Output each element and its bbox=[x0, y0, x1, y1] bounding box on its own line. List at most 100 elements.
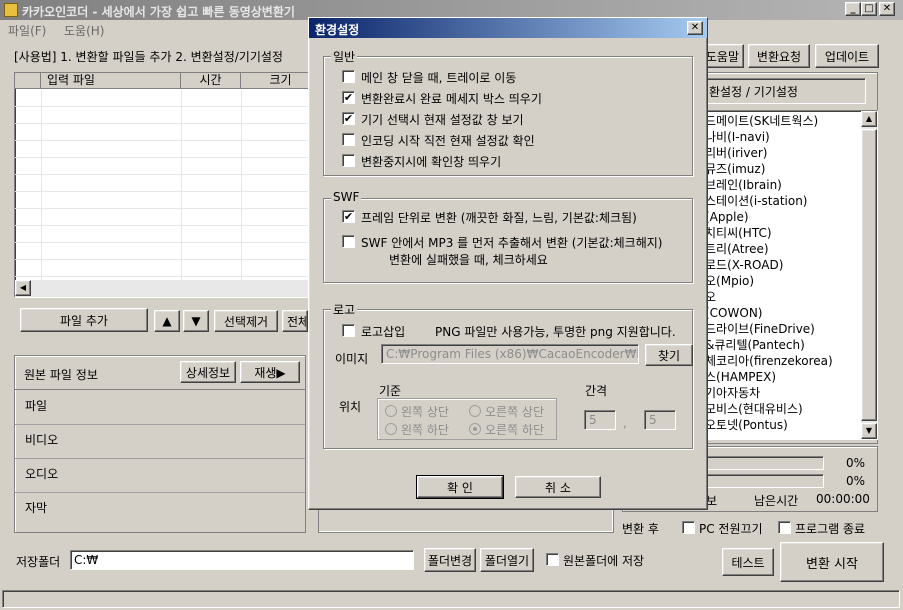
play-button[interactable]: 재생▶ bbox=[240, 361, 300, 383]
usage-text: [사용법] 1. 변환할 파일들 추가 2. 변환설정/기기설정 bbox=[14, 50, 283, 64]
general-option-checkbox[interactable] bbox=[342, 133, 355, 146]
pc-off-checkbox[interactable] bbox=[682, 521, 695, 534]
device-list[interactable]: 드메이트(SK네트웍스) 나비(I-navi) 리버(iriver) 뮤즈(imuz)… bbox=[700, 110, 878, 440]
swf-group-label: SWF bbox=[331, 190, 362, 204]
general-option-checkbox[interactable]: ✔ bbox=[342, 91, 355, 104]
close-button[interactable]: ✕ bbox=[879, 2, 895, 16]
exit-program-checkbox[interactable] bbox=[778, 521, 791, 534]
device-item[interactable]: 오(Mpio) bbox=[705, 273, 754, 289]
maximize-button[interactable]: □ bbox=[861, 2, 877, 16]
device-item[interactable]: 뮤즈(imuz) bbox=[705, 161, 765, 177]
scroll-down-icon[interactable]: ▼ bbox=[861, 423, 877, 439]
radio-top-left-label: 왼쪽 상단 bbox=[401, 405, 449, 419]
dialog-title: 환경설정 bbox=[315, 23, 360, 37]
device-settings-header[interactable]: 환설정 / 기기설정 bbox=[700, 78, 866, 104]
update-button[interactable]: 업데이트 bbox=[815, 44, 879, 68]
same-folder-checkbox[interactable] bbox=[546, 553, 559, 566]
general-option-checkbox[interactable] bbox=[342, 70, 355, 83]
logo-insert-checkbox[interactable] bbox=[342, 324, 355, 337]
vertical-scrollbar[interactable]: ▲ ▼ bbox=[861, 111, 877, 439]
horizontal-scrollbar[interactable]: ◀ bbox=[15, 280, 309, 297]
radio-bottom-left[interactable] bbox=[385, 423, 397, 435]
minimize-button[interactable]: _ bbox=[845, 2, 861, 16]
same-folder-label: 원본폴더에 저장 bbox=[563, 554, 645, 568]
change-folder-button[interactable]: 폴더변경 bbox=[424, 548, 476, 572]
device-item[interactable]: 기아자동차 bbox=[705, 385, 760, 401]
scroll-up-icon[interactable]: ▲ bbox=[861, 111, 877, 127]
settings-dialog: 환경설정 ✕ 일반 SWF ✔ 프레임 단위로 변환 (깨끗한 화질, 느림, … bbox=[308, 17, 708, 510]
radio-top-right-label: 오른쪽 상단 bbox=[485, 405, 545, 419]
gap-y-input[interactable]: 5 bbox=[644, 410, 676, 430]
request-button[interactable]: 변환요청 bbox=[748, 44, 810, 68]
menu-file[interactable]: 파일(F) bbox=[8, 22, 46, 39]
swf-frame-label: 프레임 단위로 변환 (깨끗한 화질, 느림, 기본값:체크됨) bbox=[361, 211, 637, 225]
swf-frame-checkbox[interactable]: ✔ bbox=[342, 210, 355, 223]
device-item[interactable]: (COWON) bbox=[705, 305, 762, 321]
device-item[interactable]: 치티씨(HTC) bbox=[705, 225, 772, 241]
start-convert-button[interactable]: 변환 시작 bbox=[780, 542, 884, 582]
general-option-label: 변환중지시에 확인창 띄우기 bbox=[361, 155, 502, 169]
radio-bottom-right[interactable] bbox=[469, 423, 481, 435]
ok-button[interactable]: 확 인 bbox=[416, 475, 504, 499]
exit-program-label: 프로그램 종료 bbox=[795, 522, 866, 536]
logo-group-label: 로고 bbox=[331, 301, 358, 318]
general-group-label: 일반 bbox=[331, 48, 358, 65]
base-label: 기준 bbox=[379, 384, 402, 398]
general-option-label: 메인 창 닫을 때, 트레이로 이동 bbox=[361, 71, 517, 85]
device-item[interactable]: 체코리아(firenzekorea) bbox=[705, 353, 833, 369]
swf-mp3-checkbox[interactable] bbox=[342, 235, 355, 248]
save-folder-input[interactable] bbox=[70, 550, 414, 570]
device-item[interactable]: 브레인(Ibrain) bbox=[705, 177, 782, 193]
device-item[interactable]: &큐리텔(Pantech) bbox=[705, 337, 805, 353]
move-up-button[interactable]: ▲ bbox=[154, 310, 180, 332]
table-col-line bbox=[181, 90, 182, 280]
device-item[interactable]: 모비스(현대유비스) bbox=[705, 401, 803, 417]
scroll-thumb[interactable] bbox=[861, 129, 877, 421]
device-item[interactable]: 로드(X-ROAD) bbox=[705, 257, 783, 273]
device-item[interactable]: 드라이브(FineDrive) bbox=[705, 321, 815, 337]
device-item[interactable]: 스테이션(i-station) bbox=[705, 193, 808, 209]
radio-top-right[interactable] bbox=[469, 405, 481, 417]
menu-help[interactable]: 도움(H) bbox=[64, 22, 104, 39]
pc-off-label: PC 전원끄기 bbox=[699, 522, 763, 536]
add-file-button[interactable]: 파일 추가 bbox=[20, 308, 148, 332]
col-header-size[interactable]: 크기 bbox=[241, 73, 309, 89]
general-option-checkbox[interactable] bbox=[342, 154, 355, 167]
detail-info-button[interactable]: 상세정보 bbox=[180, 361, 236, 383]
dialog-titlebar: 환경설정 ✕ bbox=[309, 18, 707, 38]
general-option-label: 변환완료시 완료 메세지 박스 띄우기 bbox=[361, 92, 542, 106]
swf-mp3-note: 변환에 실패했을 때, 체크하세요 bbox=[389, 253, 548, 267]
remaining-label: 남은시간 bbox=[754, 494, 799, 508]
device-item[interactable]: 리버(iriver) bbox=[705, 145, 767, 161]
device-item[interactable]: (Apple) bbox=[705, 209, 749, 225]
status-bar bbox=[2, 590, 900, 608]
find-image-button[interactable]: 찾기 bbox=[645, 344, 693, 366]
radio-top-left[interactable] bbox=[385, 405, 397, 417]
png-note: PNG 파일만 사용가능, 투명한 png 지원합니다. bbox=[435, 325, 676, 339]
file-table[interactable]: 입력 파일 시간 크기 ◀ bbox=[14, 72, 310, 298]
test-button[interactable]: 테스트 bbox=[722, 548, 774, 576]
cancel-button[interactable]: 취 소 bbox=[515, 476, 601, 498]
image-path-field[interactable]: C:₩Program Files (x86)₩CacaoEncoder₩lo bbox=[381, 344, 639, 364]
gap-x-input[interactable]: 5 bbox=[584, 410, 616, 430]
move-down-button[interactable]: ▼ bbox=[183, 310, 209, 332]
general-option-checkbox[interactable]: ✔ bbox=[342, 112, 355, 125]
remove-all-button[interactable]: 전체 bbox=[282, 310, 308, 332]
table-col-line bbox=[241, 90, 242, 280]
radio-bottom-right-label: 오른쪽 하단 bbox=[485, 423, 545, 437]
device-item[interactable]: 스(HAMPEX) bbox=[705, 369, 776, 385]
device-item[interactable]: 드메이트(SK네트웍스) bbox=[705, 113, 818, 129]
col-header-time[interactable]: 시간 bbox=[181, 73, 241, 89]
scroll-left-icon[interactable]: ◀ bbox=[15, 280, 31, 296]
gap-separator: , bbox=[623, 416, 627, 430]
remove-selected-button[interactable]: 선택제거 bbox=[214, 310, 278, 332]
source-info-title: 원본 파일 정보 bbox=[24, 368, 98, 382]
progress-bar-1 bbox=[700, 456, 824, 470]
open-folder-button[interactable]: 폴더열기 bbox=[480, 548, 534, 572]
col-header-input-file[interactable]: 입력 파일 bbox=[41, 73, 181, 89]
device-item[interactable]: 나비(I-navi) bbox=[705, 129, 770, 145]
dialog-close-button[interactable]: ✕ bbox=[687, 21, 703, 35]
app-title: 카카오인코더 - 세상에서 가장 쉽고 빠른 동영상변환기 bbox=[22, 5, 295, 19]
device-item[interactable]: 트리(Atree) bbox=[705, 241, 769, 257]
device-item[interactable]: 오토넷(Pontus) bbox=[705, 417, 788, 433]
